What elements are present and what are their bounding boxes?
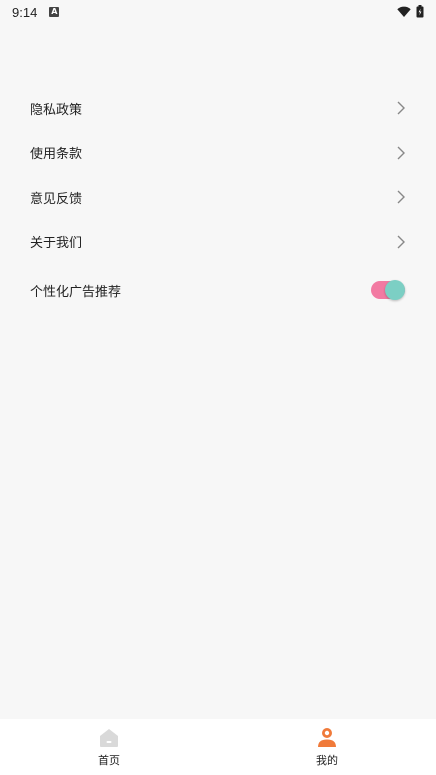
profile-icon [316,727,338,749]
wifi-icon [397,3,411,22]
nav-item-label: 我的 [316,753,338,767]
settings-menu-list: 隐私政策 使用条款 意见反馈 关于我们 个性化广告推荐 [0,86,436,316]
nav-item-profile[interactable]: 我的 [218,719,436,775]
chevron-right-icon [397,190,405,204]
menu-item-label: 隐私政策 [30,102,83,118]
personalized-ads-toggle[interactable] [371,280,405,300]
menu-item-feedback[interactable]: 意见反馈 [0,175,436,220]
bottom-navigation: 首页 我的 [0,719,436,775]
chevron-right-icon [397,235,405,249]
menu-item-label: 使用条款 [30,147,83,163]
chevron-right-icon [397,146,405,160]
menu-item-label: 个性化广告推荐 [30,284,122,300]
home-icon [98,727,120,749]
menu-item-about-us[interactable]: 关于我们 [0,220,436,265]
menu-item-label: 意见反馈 [30,191,83,207]
chevron-right-icon [397,101,405,115]
status-indicators [397,3,424,22]
status-time: 9:14 [12,4,38,20]
nav-item-label: 首页 [98,753,120,767]
battery-icon [416,3,424,22]
menu-item-label: 关于我们 [30,236,83,252]
menu-item-privacy-policy[interactable]: 隐私政策 [0,86,436,131]
toggle-knob [385,280,405,300]
nav-item-home[interactable]: 首页 [0,719,218,775]
notification-a-icon: A [49,7,60,17]
menu-item-terms-of-use[interactable]: 使用条款 [0,131,436,176]
status-bar: 9:14 A [0,0,436,24]
menu-item-personalized-ads: 个性化广告推荐 [0,264,436,316]
